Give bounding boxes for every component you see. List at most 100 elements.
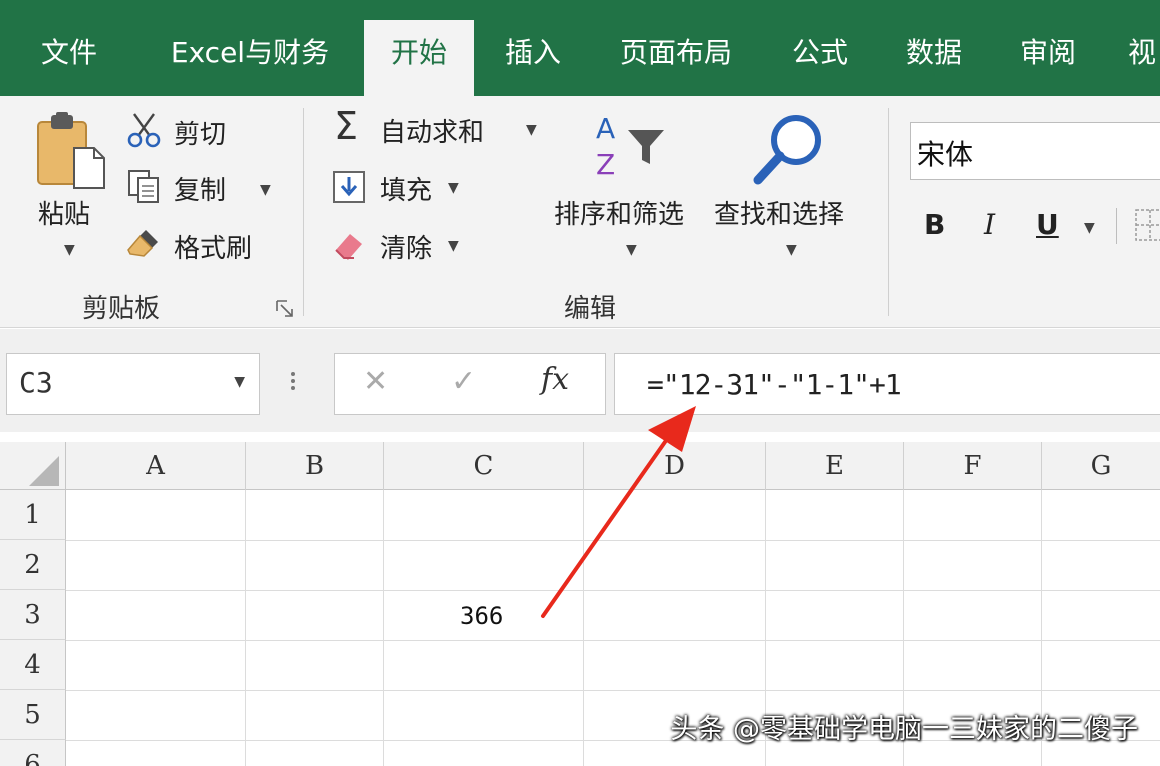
clear-label: 清除 — [380, 234, 433, 264]
column-header-c[interactable]: C — [384, 442, 584, 490]
group-divider — [303, 108, 304, 316]
find-select-label: 查找和选择 — [714, 200, 845, 230]
find-select-button[interactable]: 查找和选择 ▼ — [714, 112, 874, 262]
tab-page-layout[interactable]: 页面布局 — [604, 20, 748, 96]
column-header-f[interactable]: F — [904, 442, 1042, 490]
clipboard-group-label: 剪贴板 — [82, 294, 161, 324]
tab-label: 文件 — [40, 36, 97, 69]
font-name-value: 宋体 — [917, 138, 974, 171]
column-header-a[interactable]: A — [66, 442, 246, 490]
row-header-6[interactable]: 6 — [0, 740, 66, 766]
insert-function-button[interactable]: fx — [541, 362, 569, 397]
paste-icon — [37, 112, 105, 189]
svg-text:Z: Z — [596, 148, 615, 181]
column-header-b[interactable]: B — [246, 442, 384, 490]
select-all-button[interactable] — [0, 442, 66, 490]
sort-filter-label: 排序和筛选 — [554, 200, 685, 230]
chevron-down-icon: ▼ — [786, 242, 797, 258]
row-gridline — [66, 690, 1160, 691]
cell-c3[interactable]: 366 — [460, 602, 503, 630]
fill-label: 填充 — [380, 176, 433, 206]
name-box-value: C3 — [19, 366, 53, 399]
scissors-icon — [127, 113, 161, 148]
paste-label: 粘贴 — [38, 200, 91, 230]
row-header-3[interactable]: 3 — [0, 590, 66, 640]
chevron-down-icon[interactable]: ▼ — [526, 122, 537, 138]
row-header-4[interactable]: 4 — [0, 640, 66, 690]
tab-review[interactable]: 审阅 — [998, 20, 1098, 96]
column-header-d[interactable]: D — [584, 442, 766, 490]
chevron-down-icon: ▼ — [626, 242, 637, 258]
ribbon-home: 粘贴 ▼ 剪切 复制 ▼ 格式刷 剪贴板 Σ 自动求和 ▼ 填充 ▼ 清除 ▼ … — [0, 96, 1160, 328]
column-gridline — [245, 490, 246, 766]
row-gridline — [66, 590, 1160, 591]
column-gridline — [583, 490, 584, 766]
tab-label: 开始 — [390, 36, 447, 69]
select-all-icon — [29, 456, 59, 486]
tab-label: 插入 — [504, 36, 561, 69]
copy-button[interactable]: 复制 ▼ — [126, 168, 276, 208]
column-gridline — [383, 490, 384, 766]
drag-handle-icon[interactable] — [290, 369, 296, 401]
cut-button[interactable]: 剪切 — [126, 112, 246, 152]
formula-input[interactable]: ="12-31"-"1-1"+1 — [614, 353, 1160, 415]
autosum-label: 自动求和 — [380, 118, 485, 148]
tab-insert[interactable]: 插入 — [480, 20, 586, 96]
fill-button[interactable]: 填充 ▼ — [332, 168, 472, 208]
format-divider — [1116, 208, 1117, 244]
bold-button[interactable]: B — [924, 208, 945, 241]
format-painter-button[interactable]: 格式刷 — [126, 226, 276, 266]
underline-button[interactable]: U — [1036, 208, 1059, 241]
tab-excel-finance[interactable]: Excel与财务 — [150, 20, 350, 96]
paintbrush-icon — [127, 230, 158, 257]
cut-label: 剪切 — [174, 120, 227, 150]
tab-data[interactable]: 数据 — [884, 20, 984, 96]
copy-icon — [128, 170, 159, 203]
font-name-combobox[interactable]: 宋体 — [910, 122, 1160, 180]
cancel-icon[interactable]: ✕ — [363, 364, 388, 399]
name-box[interactable]: C3 ▼ — [6, 353, 260, 415]
chevron-down-icon[interactable]: ▼ — [1084, 220, 1095, 236]
tab-file[interactable]: 文件 — [14, 20, 124, 96]
format-painter-label: 格式刷 — [174, 234, 253, 264]
row-header-2[interactable]: 2 — [0, 540, 66, 590]
editing-group-label: 编辑 — [564, 294, 617, 324]
watermark-text: 头条 @零基础学电脑一三妹家的二傻子 — [670, 714, 1138, 745]
tab-label: 页面布局 — [619, 36, 732, 69]
row-gridline — [66, 540, 1160, 541]
italic-button[interactable]: I — [984, 208, 995, 241]
sort-filter-icon: A Z — [596, 112, 664, 181]
formula-bar-area: C3 ▼ ✕ ✓ fx ="12-31"-"1-1"+1 — [0, 329, 1160, 432]
formula-buttons: ✕ ✓ fx — [334, 353, 606, 415]
tab-home[interactable]: 开始 — [364, 20, 474, 96]
eraser-icon — [335, 234, 362, 260]
row-header-1[interactable]: 1 — [0, 490, 66, 540]
tab-label: 数据 — [905, 36, 962, 69]
border-icon[interactable] — [1134, 208, 1160, 242]
column-header-row: A B C D E F G — [0, 442, 1160, 490]
tab-formulas[interactable]: 公式 — [770, 20, 870, 96]
copy-label: 复制 — [174, 176, 227, 206]
svg-text:A: A — [596, 112, 615, 145]
chevron-down-icon[interactable]: ▼ — [448, 238, 459, 254]
chevron-down-icon: ▼ — [64, 242, 75, 258]
chevron-down-icon[interactable]: ▼ — [260, 182, 271, 198]
tab-label: Excel与财务 — [170, 36, 330, 69]
tab-view[interactable]: 视 — [1118, 20, 1160, 96]
formula-text: ="12-31"-"1-1"+1 — [647, 368, 902, 401]
enter-check-icon[interactable]: ✓ — [451, 364, 476, 399]
chevron-down-icon[interactable]: ▼ — [448, 180, 459, 196]
group-divider — [888, 108, 889, 316]
column-header-g[interactable]: G — [1042, 442, 1160, 490]
row-header-5[interactable]: 5 — [0, 690, 66, 740]
tab-label: 审阅 — [1019, 36, 1076, 69]
dialog-launcher-icon[interactable] — [276, 300, 294, 318]
row-gridline — [66, 640, 1160, 641]
sort-filter-button[interactable]: A Z 排序和筛选 ▼ — [554, 112, 704, 262]
chevron-down-icon[interactable]: ▼ — [234, 374, 245, 390]
column-header-e[interactable]: E — [766, 442, 904, 490]
tab-label: 公式 — [791, 36, 848, 69]
clear-button[interactable]: 清除 ▼ — [332, 226, 472, 266]
paste-button[interactable]: 粘贴 ▼ — [26, 112, 108, 262]
autosum-button[interactable]: Σ 自动求和 ▼ — [332, 104, 542, 150]
